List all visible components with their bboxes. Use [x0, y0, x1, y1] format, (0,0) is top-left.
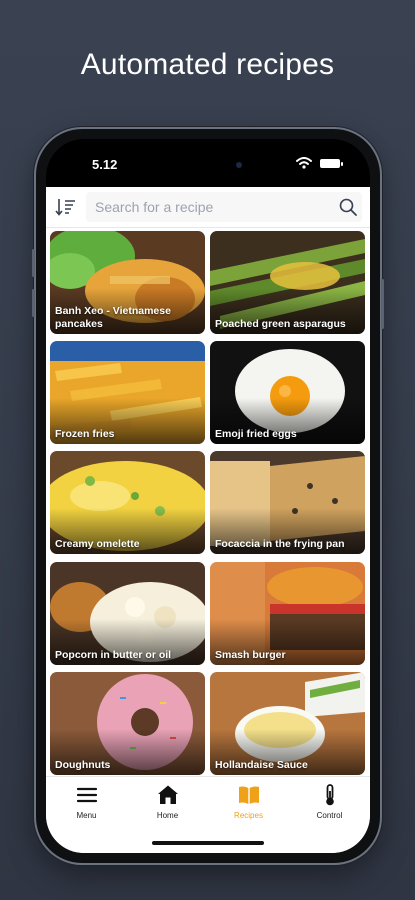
nav-control[interactable]: Control [289, 783, 370, 831]
bottom-nav: Menu Home Recipes Control [46, 776, 370, 853]
recipe-card[interactable]: Creamy omelette [50, 451, 205, 555]
power-button [381, 279, 384, 329]
recipe-name: Doughnuts [55, 758, 111, 771]
phone-screen: 5.12 Search for a recipe Banh Xeo - Viet… [46, 139, 370, 853]
recipe-grid: Banh Xeo - Vietnamese pancakes Poached g… [50, 231, 366, 777]
nav-recipes[interactable]: Recipes [208, 783, 289, 831]
recipe-card[interactable]: Focaccia in the frying pan [210, 451, 365, 555]
home-indicator [152, 841, 264, 845]
recipe-name: Hollandaise Sauce [215, 758, 308, 771]
recipe-name: Creamy omelette [55, 538, 140, 551]
recipe-card[interactable]: Hollandaise Sauce [210, 671, 365, 775]
headline: Automated recipes [80, 48, 335, 81]
volume-down-button [32, 289, 35, 317]
recipe-name: Popcorn in butter or oil [55, 648, 172, 661]
nav-control-label: Control [316, 811, 343, 820]
recipe-name: Poached green asparagus [215, 318, 346, 330]
recipe-card[interactable]: Emoji fried eggs [210, 341, 365, 445]
volume-up-button [32, 249, 35, 277]
recipe-card[interactable]: Popcorn in butter or oil [50, 561, 205, 665]
wifi-icon [296, 157, 312, 169]
recipe-name: Frozen fries [55, 428, 115, 441]
battery-icon [320, 159, 343, 168]
recipe-card[interactable]: Frozen fries [50, 341, 205, 445]
recipe-card[interactable]: Poached green asparagus [210, 231, 365, 334]
nav-home-label: Home [156, 811, 179, 820]
nav-menu-label: Menu [76, 811, 97, 820]
recipe-name: Focaccia in the frying pan [215, 538, 345, 551]
recipe-card[interactable]: Doughnuts [50, 671, 205, 775]
search-icon[interactable] [338, 197, 358, 217]
thermometer-icon [325, 784, 334, 806]
recipe-name: Smash burger [215, 648, 286, 661]
recipe-card[interactable]: Banh Xeo - Vietnamese pancakes [50, 231, 205, 334]
search-bar [46, 187, 370, 228]
recipe-card[interactable]: Smash burger [210, 561, 365, 665]
hamburger-icon [76, 787, 97, 803]
search-input[interactable] [86, 192, 362, 222]
sort-icon[interactable] [52, 193, 80, 221]
camera-dot [236, 162, 242, 168]
phone-frame: 5.12 Search for a recipe Banh Xeo - Viet… [32, 129, 384, 863]
home-icon [157, 785, 178, 804]
book-icon [238, 786, 259, 804]
status-time: 5.12 [92, 157, 118, 172]
recipe-name: Emoji fried eggs [215, 428, 297, 441]
nav-recipes-label: Recipes [234, 811, 263, 820]
recipe-name: Banh Xeo - Vietnamese pancakes [55, 305, 171, 330]
app-content: Banh Xeo - Vietnamese pancakes Poached g… [46, 187, 370, 853]
nav-home[interactable]: Home [127, 783, 208, 831]
nav-menu[interactable]: Menu [46, 783, 127, 831]
status-bar: 5.12 [46, 139, 370, 187]
